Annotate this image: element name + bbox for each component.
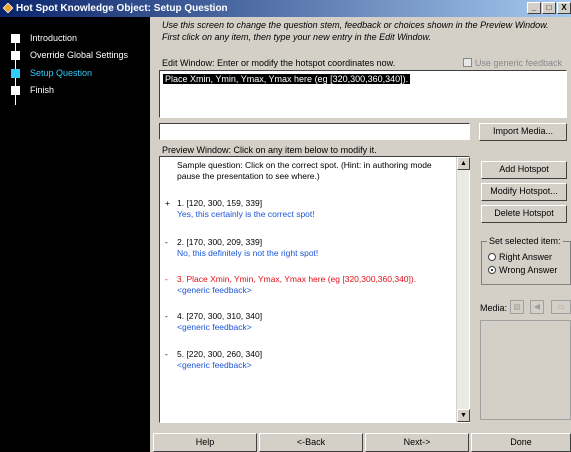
list-item[interactable]: - 4. [270, 300, 310, 340] <generic feedb… [165, 311, 455, 333]
step-marker [11, 86, 20, 95]
right-answer-radio[interactable]: Right Answer [488, 252, 552, 262]
item-mark: - [165, 349, 168, 359]
item-text: 4. [270, 300, 310, 340] [177, 311, 263, 321]
window-title: Hot Spot Knowledge Object: Setup Questio… [16, 3, 228, 14]
preview-window[interactable]: Sample question: Click on the correct sp… [159, 156, 470, 423]
instructions-text: Use this screen to change the question s… [162, 20, 549, 42]
item-mark: - [165, 237, 168, 247]
import-media-button[interactable]: Import Media... [479, 123, 567, 141]
list-item[interactable]: + 1. [120, 300, 159, 339] Yes, this cert… [165, 198, 455, 220]
item-mark: - [165, 311, 168, 321]
step-label: Override Global Settings [30, 50, 129, 60]
wrong-answer-radio[interactable]: Wrong Answer [488, 265, 557, 275]
close-button[interactable]: X [557, 2, 571, 14]
item-text: 5. [220, 300, 260, 340] [177, 349, 263, 359]
add-hotspot-button[interactable]: Add Hotspot [481, 161, 567, 179]
generic-feedback-checkbox[interactable]: Use generic feedback [463, 58, 562, 68]
step-label: Setup Question [30, 68, 93, 78]
item-mark: - [165, 274, 168, 284]
scroll-up-button[interactable]: ▲ [457, 157, 470, 170]
scroll-down-button[interactable]: ▼ [457, 409, 470, 422]
edit-window[interactable]: Place Xmin, Ymin, Ymax, Ymax here (eg [3… [159, 70, 567, 118]
audio-media-icon[interactable]: ◀ [530, 300, 544, 314]
edit-window-label: Edit Window: Enter or modify the hotspot… [162, 58, 396, 68]
list-item-selected[interactable]: - 3. Place Xmin, Ymin, Ymax, Ymax here (… [165, 274, 455, 296]
media-preview-panel [480, 320, 571, 420]
question-stem[interactable]: Sample question: Click on the correct sp… [165, 160, 455, 182]
done-button[interactable]: Done [471, 433, 571, 452]
item-text: 3. Place Xmin, Ymin, Ymax, Ymax here (eg… [177, 274, 417, 284]
back-button[interactable]: <-Back [259, 433, 363, 452]
radio-circle [488, 266, 496, 274]
step-introduction[interactable]: Introduction [0, 30, 150, 46]
title-bar: Hot Spot Knowledge Object: Setup Questio… [0, 0, 571, 17]
window-controls: _ □ X [527, 2, 571, 14]
item-feedback: <generic feedback> [177, 285, 252, 295]
delete-hotspot-button[interactable]: Delete Hotspot [481, 205, 567, 223]
media-label: Media: [480, 303, 508, 313]
checkbox-box [463, 58, 472, 67]
question-text: Sample question: Click on the correct sp… [177, 160, 432, 181]
video-media-icon[interactable]: ▭ [551, 300, 571, 314]
step-finish[interactable]: Finish [0, 82, 150, 98]
list-item[interactable]: - 5. [220, 300, 260, 340] <generic feedb… [165, 349, 455, 371]
step-marker [11, 51, 20, 60]
item-feedback: No, this definitely is not the right spo… [177, 248, 319, 258]
app-icon [2, 2, 14, 14]
minimize-button[interactable]: _ [527, 2, 541, 14]
edit-window-value: Place Xmin, Ymin, Ymax, Ymax here (eg [3… [163, 74, 411, 84]
maximize-button[interactable]: □ [542, 2, 556, 14]
step-label: Finish [30, 85, 55, 95]
preview-window-label: Preview Window: Click on any item below … [162, 145, 377, 155]
item-text: 2. [170, 300, 209, 339] [177, 237, 263, 247]
item-feedback: <generic feedback> [177, 360, 252, 370]
step-marker [11, 69, 20, 78]
set-selected-legend: Set selected item: [487, 236, 563, 246]
step-setup-question[interactable]: Setup Question [0, 65, 150, 81]
generic-feedback-label: Use generic feedback [475, 58, 563, 68]
modify-hotspot-button[interactable]: Modify Hotspot... [481, 183, 567, 201]
right-answer-label: Right Answer [499, 252, 553, 262]
image-media-icon[interactable]: ▧ [510, 300, 524, 314]
step-label: Introduction [30, 33, 78, 43]
item-feedback: <generic feedback> [177, 322, 252, 332]
list-item[interactable]: - 2. [170, 300, 209, 339] No, this defin… [165, 237, 455, 259]
set-selected-group [481, 241, 571, 285]
wrong-answer-label: Wrong Answer [499, 265, 558, 275]
radio-circle [488, 253, 496, 261]
media-path-field[interactable] [159, 123, 470, 140]
next-button[interactable]: Next-> [365, 433, 469, 452]
step-override-global-settings[interactable]: Override Global Settings [0, 47, 150, 63]
item-mark: + [165, 198, 170, 208]
help-button[interactable]: Help [153, 433, 257, 452]
item-text: 1. [120, 300, 159, 339] [177, 198, 263, 208]
preview-scrollbar[interactable]: ▲ ▼ [456, 157, 470, 422]
item-feedback: Yes, this certainly is the correct spot! [177, 209, 315, 219]
step-marker [11, 34, 20, 43]
wizard-sidebar: Introduction Override Global Settings Se… [0, 17, 150, 452]
